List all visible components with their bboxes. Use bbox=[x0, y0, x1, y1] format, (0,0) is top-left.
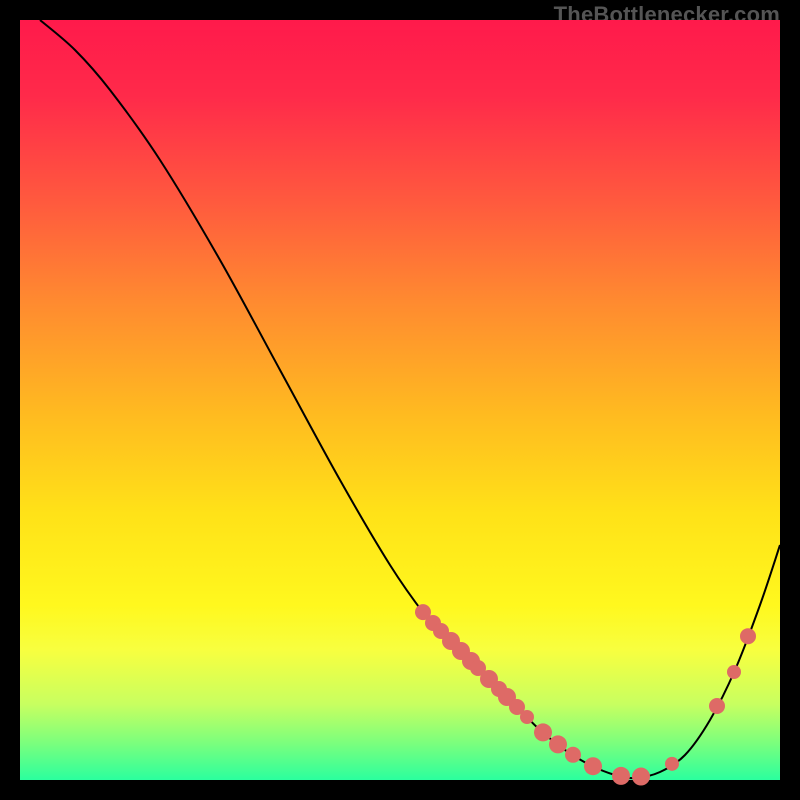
chart-container: TheBottlenecker.com bbox=[0, 0, 800, 800]
data-marker bbox=[565, 747, 581, 763]
bottleneck-curve bbox=[40, 20, 780, 778]
plot-area bbox=[20, 20, 780, 780]
curve-svg bbox=[20, 20, 780, 780]
data-marker bbox=[665, 757, 679, 771]
marker-group bbox=[415, 604, 756, 785]
data-marker bbox=[740, 628, 756, 644]
data-marker bbox=[709, 698, 725, 714]
data-marker bbox=[549, 735, 567, 753]
data-marker bbox=[520, 710, 534, 724]
data-marker bbox=[534, 723, 552, 741]
data-marker bbox=[632, 768, 650, 786]
data-marker bbox=[584, 757, 602, 775]
data-marker bbox=[612, 767, 630, 785]
data-marker bbox=[727, 665, 741, 679]
